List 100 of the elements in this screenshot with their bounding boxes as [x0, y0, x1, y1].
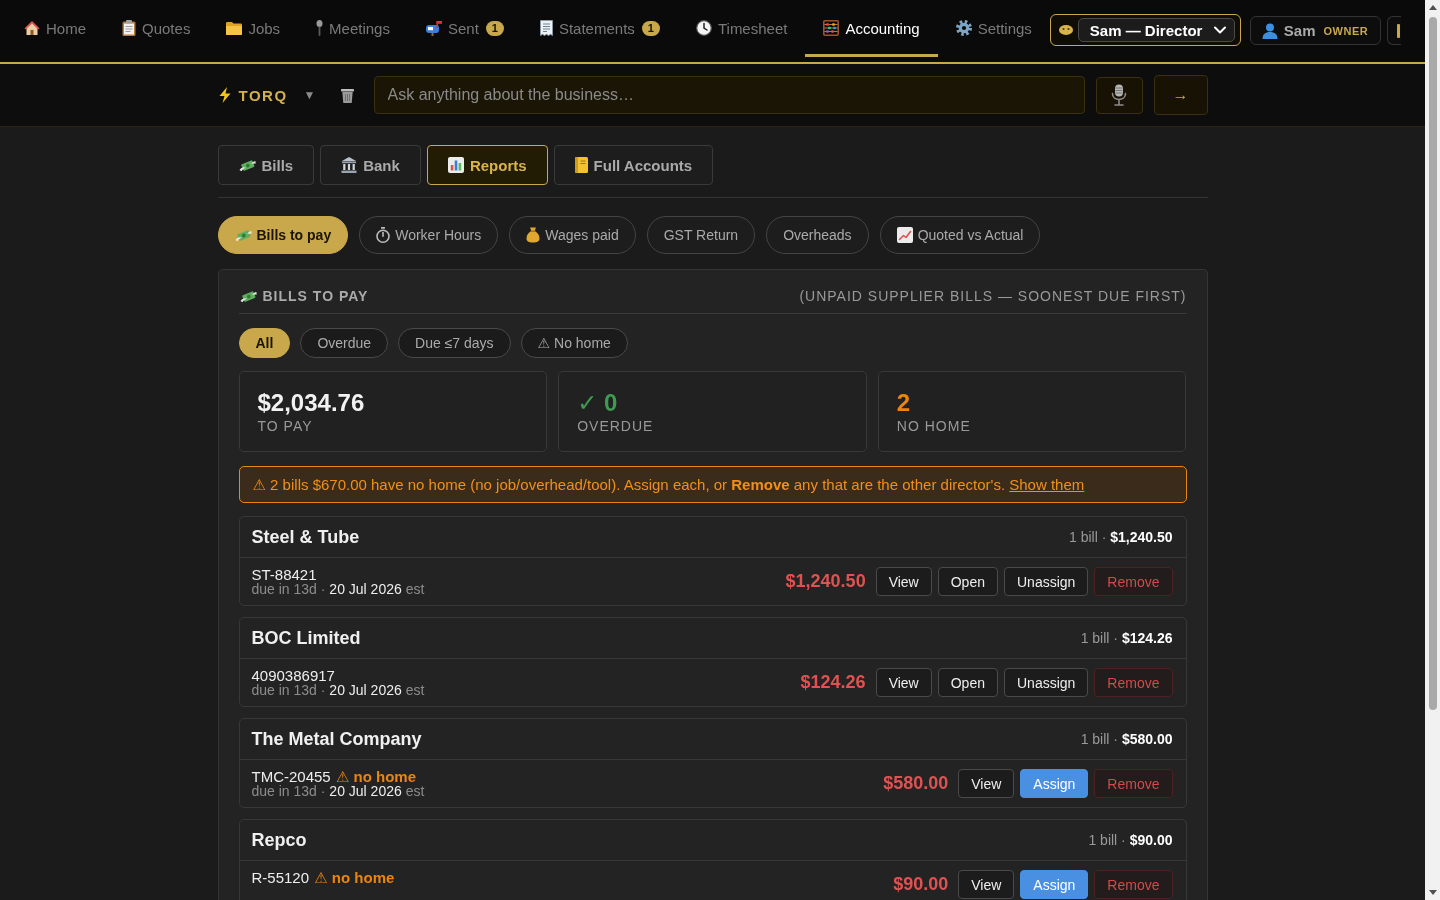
clipboard-icon	[122, 20, 136, 36]
report-pill[interactable]: Wages paid	[509, 216, 636, 254]
filter-chip[interactable]: All	[238, 328, 291, 358]
money-wings-icon	[238, 157, 256, 173]
action-button[interactable]: View	[875, 567, 932, 596]
bank-icon	[341, 157, 358, 173]
scroll-down-icon[interactable]	[1428, 890, 1437, 895]
action-button[interactable]: View	[958, 870, 1015, 899]
stat-label: TO PAY	[257, 417, 314, 435]
money-wings-icon	[234, 227, 252, 243]
ask-field[interactable]: Ask anything about the business…	[373, 76, 1085, 114]
section-tab[interactable]: Full Accounts	[553, 145, 714, 185]
nav-link[interactable]: Timesheet	[677, 0, 806, 57]
remove-button[interactable]: Remove	[1094, 769, 1173, 798]
bar-icon	[1397, 23, 1401, 38]
action-button[interactable]: View	[875, 668, 932, 697]
line-chart-icon	[896, 227, 913, 243]
report-pill[interactable]: Overheads	[766, 216, 869, 254]
lightning-icon	[218, 87, 231, 103]
bill-reference: R-55120	[251, 868, 310, 886]
supplier-name: Steel & Tube	[251, 526, 360, 548]
supplier-name: BOC Limited	[251, 627, 361, 649]
user-button[interactable]: Sam OWNER	[1249, 16, 1382, 45]
bill-reference: ST-88421	[251, 565, 317, 583]
folder-icon	[226, 21, 243, 35]
section-tab[interactable]: Reports	[426, 145, 548, 185]
bar-chart-icon	[447, 157, 464, 173]
action-button[interactable]: View	[958, 769, 1015, 798]
stopwatch-icon	[376, 227, 391, 243]
nav-link[interactable]: Settings	[937, 0, 1050, 57]
microphone-icon	[1111, 84, 1127, 106]
nav-link[interactable]: Quotes	[104, 0, 209, 57]
money-wings-icon	[239, 288, 257, 304]
bill-summary: 1 bill · $1,240.50	[1068, 529, 1173, 545]
remove-button[interactable]: Remove	[1094, 870, 1173, 899]
stat-value: ✓ 0	[577, 389, 619, 417]
nav-link[interactable]: Statements 1	[521, 0, 678, 57]
home-icon	[24, 20, 40, 36]
filter-chip[interactable]: ⚠ No home	[520, 328, 628, 358]
due-date: due in 13d · 20 Jul 2026 est	[251, 581, 426, 597]
due-date: due in 13d · 20 Jul 2026 est	[251, 783, 426, 799]
nav-link[interactable]: Sent 1	[407, 0, 522, 57]
remove-button[interactable]: Remove	[1094, 668, 1173, 697]
nav-link[interactable]: Home	[6, 0, 104, 57]
warning-message: ⚠ 2 bills $670.00 have no home (no job/overhead/tool). Assign each, or Remove any that are the other director's. Show them	[252, 475, 1085, 494]
panel-subtitle: (UNPAID SUPPLIER BILLS — SOONEST DUE FIRST)	[799, 287, 1187, 305]
bill-amount: $1,240.50	[785, 571, 866, 592]
face-icon	[1058, 25, 1073, 35]
voice-button[interactable]	[1095, 76, 1143, 114]
report-pill[interactable]: Worker Hours	[359, 216, 499, 254]
brand-name: TORQ	[238, 86, 288, 104]
due-date: due in 13d · 20 Jul 2026 est	[251, 682, 426, 698]
dropdown-button[interactable]: ▼	[297, 83, 322, 107]
abacus-icon	[823, 20, 840, 36]
receipt-icon	[539, 20, 553, 36]
scrollbar[interactable]	[1425, 0, 1440, 900]
no-home-label: ⚠ no home	[314, 868, 395, 886]
nav-link[interactable]: Meetings	[298, 0, 408, 57]
count-badge: 1	[641, 20, 660, 36]
section-tab[interactable]: Bills	[217, 145, 315, 185]
bill-amount: $90.00	[893, 874, 949, 895]
show-link[interactable]: Show them	[1009, 475, 1085, 493]
bill-reference: 4090386917	[251, 666, 335, 684]
report-pill[interactable]: Quoted vs Actual	[879, 216, 1041, 254]
action-button[interactable]: Open	[937, 668, 998, 697]
filter-chip[interactable]: Overdue	[300, 328, 389, 358]
money-bag-icon	[526, 227, 541, 243]
trash-icon	[341, 87, 355, 103]
person-icon	[1261, 22, 1278, 39]
bill-summary: 1 bill · $580.00	[1080, 731, 1173, 747]
settings-icon	[955, 20, 972, 36]
stat-label: NO HOME	[896, 417, 972, 435]
section-tab[interactable]: Bank	[320, 145, 421, 185]
action-button[interactable]: Open	[937, 567, 998, 596]
notebook-icon	[574, 157, 588, 173]
stat-label: OVERDUE	[577, 417, 655, 435]
send-button[interactable]: →	[1153, 75, 1208, 115]
supplier-name: Repco	[251, 829, 307, 851]
scroll-up-icon[interactable]	[1428, 5, 1437, 10]
action-button[interactable]: Unassign	[1004, 668, 1089, 697]
filter-chip[interactable]: Due ≤7 days	[398, 328, 511, 358]
nav-link[interactable]: Jobs	[208, 0, 299, 57]
stat-value: $2,034.76	[257, 389, 366, 417]
chevron-down-icon	[1213, 26, 1226, 34]
stat-value: 2	[896, 389, 912, 417]
panel-title: BILLS TO PAY	[262, 287, 369, 305]
action-button[interactable]: Unassign	[1004, 567, 1089, 596]
clock-icon	[695, 20, 712, 36]
bill-amount: $580.00	[883, 773, 949, 794]
microphone-icon	[316, 20, 324, 36]
toolbar-button[interactable]	[1387, 16, 1402, 45]
scrollbar-thumb[interactable]	[1428, 17, 1437, 710]
role-select[interactable]: Sam — Director	[1077, 18, 1235, 42]
mailbox-icon	[425, 20, 442, 36]
remove-button[interactable]: Remove	[1094, 567, 1173, 596]
bill-amount: $124.26	[800, 672, 866, 693]
nav-link[interactable]: Accounting	[805, 0, 938, 57]
report-pill[interactable]: GST Return	[646, 216, 756, 254]
bill-summary: 1 bill · $90.00	[1088, 832, 1173, 848]
report-pill[interactable]: Bills to pay	[217, 216, 349, 254]
